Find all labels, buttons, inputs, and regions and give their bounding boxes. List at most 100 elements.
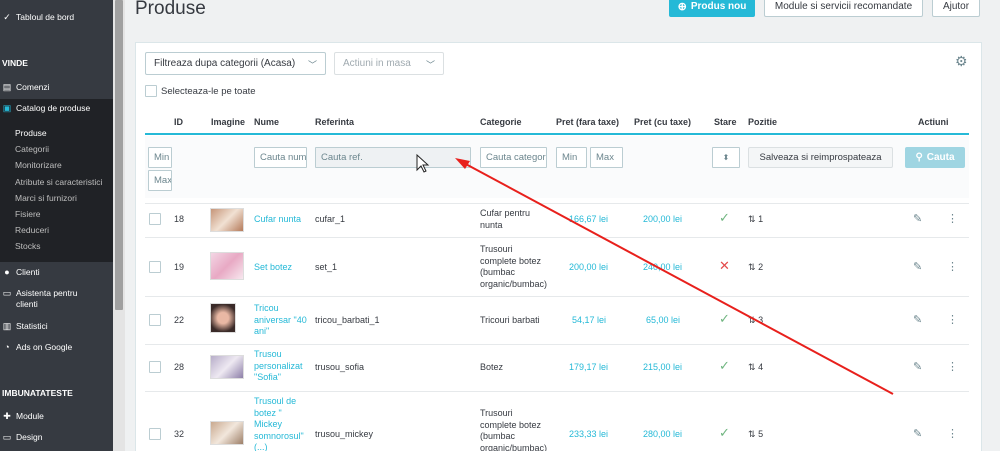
help-button[interactable]: Ajutor	[932, 0, 980, 17]
sidebar-item-design[interactable]: ▭ Design	[0, 431, 113, 443]
sidebar-item-stats[interactable]: ▥ Statistici	[0, 320, 113, 332]
position-cell[interactable]: ⇅ 3	[748, 315, 763, 327]
puzzle-icon: ✚	[3, 411, 11, 421]
select-all-checkbox[interactable]	[145, 85, 157, 97]
sidebar-subitem-products[interactable]: Produse	[0, 127, 113, 138]
search-button[interactable]: ⚲ Cauta	[905, 147, 965, 168]
more-options-icon[interactable]: ⋮	[947, 260, 958, 273]
store-icon: ▣	[2, 103, 12, 113]
column-header-position[interactable]: Pozitie	[748, 117, 777, 127]
price-ex-link[interactable]: 179,17 lei	[569, 362, 608, 374]
price-ex-link[interactable]: 54,17 lei	[572, 315, 606, 327]
id-min-input[interactable]: Min	[148, 147, 172, 168]
sidebar-item-dashboard[interactable]: ✓ Tabloul de bord	[0, 11, 113, 23]
products-card	[135, 42, 982, 451]
name-search-input[interactable]: Cauta nume	[254, 147, 307, 168]
price-inc-link[interactable]: 215,00 lei	[643, 362, 682, 374]
product-name-link[interactable]: Trusoul de botez " Mickey somnorosul" (.…	[254, 396, 309, 451]
row-checkbox[interactable]	[149, 261, 161, 273]
column-header-id[interactable]: ID	[174, 117, 183, 127]
edit-icon[interactable]: ✎	[913, 260, 922, 273]
sidebar-subitem-brands[interactable]: Marci si furnizori	[0, 192, 113, 203]
sidebar-item-clients[interactable]: ● Clienti	[0, 266, 113, 278]
column-header-status[interactable]: Stare	[714, 117, 737, 127]
sidebar-item-orders[interactable]: ▤ Comenzi	[0, 81, 113, 93]
product-thumbnail[interactable]	[210, 303, 236, 333]
sidebar-item-ads[interactable]: ◔ Ads on Google	[0, 341, 113, 353]
status-disabled-icon[interactable]: ✕	[719, 258, 730, 274]
trending-icon: ✓	[3, 12, 11, 22]
status-enabled-icon[interactable]: ✓	[719, 358, 730, 374]
price-ex-link[interactable]: 200,00 lei	[569, 262, 608, 274]
more-options-icon[interactable]: ⋮	[947, 427, 958, 440]
save-refresh-button[interactable]: Salveaza si reimprospateaza	[748, 147, 893, 168]
reference-search-input[interactable]: Cauta ref.	[315, 147, 471, 168]
edit-icon[interactable]: ✎	[913, 212, 922, 225]
edit-icon[interactable]: ✎	[913, 360, 922, 373]
category-filter-select[interactable]: Filtreaza dupa categorii (Acasa) ﹀	[145, 52, 326, 75]
recommended-modules-button[interactable]: Module si servicii recomandate	[764, 0, 923, 17]
id-max-input[interactable]: Max	[148, 170, 172, 191]
column-header-price-ex[interactable]: Pret (fara taxe)	[556, 117, 619, 127]
product-reference: tricou_barbati_1	[315, 315, 380, 325]
product-thumbnail[interactable]	[210, 252, 244, 280]
price-inc-link[interactable]: 65,00 lei	[646, 315, 680, 327]
column-header-category[interactable]: Categorie	[480, 117, 522, 127]
sidebar-item-modules[interactable]: ✚ Module	[0, 410, 113, 422]
bulk-actions-select[interactable]: Actiuni in masa ﹀	[334, 52, 444, 75]
row-divider	[145, 344, 969, 345]
column-header-name[interactable]: Nume	[254, 117, 279, 127]
row-checkbox[interactable]	[149, 428, 161, 440]
sidebar: ✓ Tabloul de bord VINDE ▤ Comenzi ▣ Cata…	[0, 0, 113, 451]
price-inc-link[interactable]: 280,00 lei	[643, 429, 682, 441]
price-min-input[interactable]: Min	[556, 147, 587, 168]
category-search-input[interactable]: Cauta categorie	[480, 147, 547, 168]
price-ex-link[interactable]: 166,67 lei	[569, 214, 608, 226]
more-options-icon[interactable]: ⋮	[947, 212, 958, 225]
sidebar-item-client-support[interactable]: ▭ Asistenta pentru clienti	[0, 288, 113, 310]
status-filter-select[interactable]: ⬍	[712, 147, 740, 168]
row-checkbox[interactable]	[149, 361, 161, 373]
chevron-down-icon: ﹀	[307, 60, 317, 70]
product-name-link[interactable]: Cufar nunta	[254, 214, 301, 226]
edit-icon[interactable]: ✎	[913, 427, 922, 440]
product-name-link[interactable]: Tricou aniversar "40 ani"	[254, 303, 309, 338]
drag-sort-icon: ⇅	[748, 214, 756, 224]
row-checkbox[interactable]	[149, 213, 161, 225]
header-underline	[145, 133, 969, 135]
sidebar-subitem-monitoring[interactable]: Monitorizare	[0, 159, 113, 170]
sidebar-subitem-discounts[interactable]: Reduceri	[0, 224, 113, 235]
more-options-icon[interactable]: ⋮	[947, 313, 958, 326]
position-cell[interactable]: ⇅ 5	[748, 429, 763, 441]
row-checkbox[interactable]	[149, 314, 161, 326]
sidebar-item-catalog[interactable]: ▣ Catalog de produse	[0, 102, 113, 114]
sidebar-subitem-attributes[interactable]: Atribute si caracteristici	[0, 176, 113, 187]
price-max-input[interactable]: Max	[590, 147, 623, 168]
product-name-link[interactable]: Set botez	[254, 262, 292, 274]
position-cell[interactable]: ⇅ 1	[748, 214, 763, 226]
sidebar-subitem-categories[interactable]: Categorii	[0, 143, 113, 154]
product-thumbnail[interactable]	[210, 208, 244, 232]
status-enabled-icon[interactable]: ✓	[719, 210, 730, 226]
product-category: Botez	[480, 362, 504, 372]
sidebar-subitem-files[interactable]: Fisiere	[0, 208, 113, 219]
sidebar-subitem-stocks[interactable]: Stocks	[0, 240, 113, 251]
sidebar-scrollbar-thumb[interactable]	[115, 0, 123, 310]
status-enabled-icon[interactable]: ✓	[719, 425, 730, 441]
product-thumbnail[interactable]	[210, 355, 244, 379]
price-inc-link[interactable]: 240,00 lei	[643, 262, 682, 274]
new-product-button[interactable]: ⊕ Produs nou	[669, 0, 755, 17]
row-id: 18	[174, 214, 185, 224]
product-thumbnail[interactable]	[210, 421, 244, 445]
position-cell[interactable]: ⇅ 4	[748, 362, 763, 374]
product-name-link[interactable]: Trusou personalizat "Sofia"	[254, 349, 309, 384]
edit-icon[interactable]: ✎	[913, 313, 922, 326]
price-ex-link[interactable]: 233,33 lei	[569, 429, 608, 441]
column-header-price-inc[interactable]: Pret (cu taxe)	[634, 117, 691, 127]
price-inc-link[interactable]: 200,00 lei	[643, 214, 682, 226]
position-cell[interactable]: ⇅ 2	[748, 262, 763, 274]
more-options-icon[interactable]: ⋮	[947, 360, 958, 373]
gear-icon[interactable]: ⚙	[955, 53, 968, 70]
status-enabled-icon[interactable]: ✓	[719, 311, 730, 327]
column-header-reference[interactable]: Referinta	[315, 117, 354, 127]
